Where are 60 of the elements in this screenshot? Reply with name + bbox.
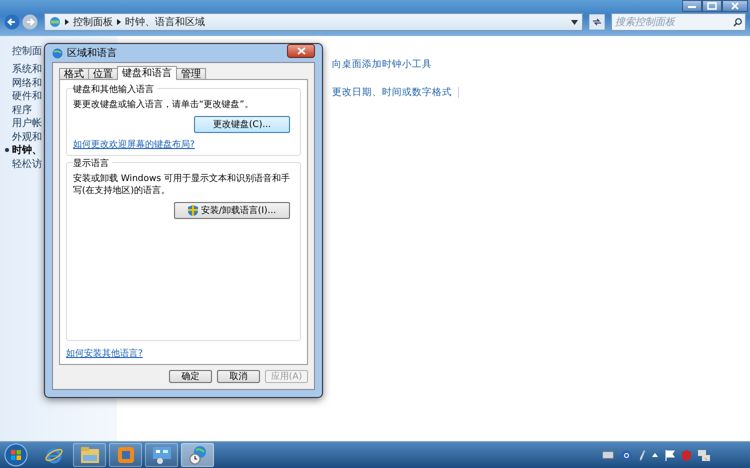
breadcrumb-item[interactable]: 控制面板 [73, 15, 113, 29]
sidebar-item[interactable]: 硬件和 [12, 89, 42, 104]
close-icon [730, 2, 740, 10]
help-link[interactable]: 如何安装其他语言? [66, 347, 143, 360]
breadcrumb-arrow-icon [117, 19, 121, 25]
group-title: 键盘和其他输入语言 [73, 83, 157, 96]
breadcrumb-item[interactable]: 时钟、语言和区域 [125, 15, 205, 29]
maximize-icon [707, 2, 717, 10]
sidebar-item[interactable]: 程序 [12, 102, 32, 117]
app-icon [116, 446, 134, 464]
taskbar-button[interactable] [145, 443, 178, 467]
folder-icon [80, 446, 100, 464]
minimize-button[interactable] [682, 0, 702, 12]
taskbar-button[interactable] [109, 443, 142, 467]
sidebar-item[interactable]: 轻松访 [12, 156, 42, 171]
maximize-button[interactable] [702, 0, 722, 12]
control-panel-icon [49, 16, 61, 28]
description-text: 安装或卸载 Windows 可用于显示文本和识别语音和手写(在支持地区)的语言。 [73, 173, 291, 197]
control-panel-icon [152, 446, 172, 464]
taskbar-button[interactable] [73, 443, 106, 467]
taskbar-button[interactable] [181, 443, 214, 467]
dialog-button[interactable]: 确定 [169, 370, 212, 383]
sidebar-item[interactable]: 控制面 [12, 44, 42, 58]
globe-icon [52, 48, 63, 58]
network-icon[interactable] [698, 450, 710, 460]
dialog-button[interactable]: 取消 [217, 370, 260, 383]
search-icon [733, 18, 742, 27]
globe-clock-icon [188, 445, 208, 465]
instruction-text: 要更改键盘或输入语言，请单击“更改键盘”。 [73, 99, 254, 111]
breadcrumb-arrow-icon [65, 19, 69, 25]
help-link[interactable]: 如何更改欢迎屏幕的键盘布局? [73, 138, 195, 151]
back-button[interactable] [4, 14, 20, 30]
task-link[interactable]: 向桌面添加时钟小工具 [332, 58, 432, 70]
pen-icon[interactable] [639, 450, 645, 460]
minimize-icon [687, 3, 697, 9]
group-title: 显示语言 [73, 157, 112, 170]
shield-icon [188, 205, 198, 216]
dropdown-icon[interactable] [571, 20, 578, 24]
forward-button[interactable] [22, 14, 38, 30]
sidebar-item[interactable]: 系统和 [12, 62, 42, 76]
task-link[interactable]: 更改日期、时间或数字格式 [332, 86, 452, 98]
flag-icon[interactable] [665, 450, 675, 460]
start-button[interactable] [4, 443, 28, 467]
close-button[interactable] [287, 44, 315, 58]
close-button[interactable] [722, 0, 748, 12]
help-icon[interactable] [621, 450, 632, 460]
install-language-button[interactable]: 安装/卸载语言(I)... [174, 202, 290, 219]
dialog-title: 区域和语言 [67, 46, 117, 60]
change-keyboard-button[interactable]: 更改键盘(C)... [194, 116, 290, 133]
refresh-button[interactable] [589, 14, 605, 30]
close-icon [296, 47, 306, 55]
sidebar-item[interactable]: 外观和 [12, 130, 42, 144]
sidebar-item[interactable]: 网络和 [12, 76, 42, 90]
sidebar-item[interactable]: 用户帐 [12, 116, 42, 130]
sidebar-item[interactable]: 时钟、 [12, 143, 42, 158]
show-hidden-icons-icon[interactable] [652, 453, 658, 457]
tab[interactable]: 键盘和语言 [117, 66, 177, 80]
keyboard-icon[interactable] [602, 451, 614, 459]
search-field[interactable]: 搜索控制面板 [611, 13, 746, 31]
address-bar[interactable]: 控制面板 时钟、语言和区域 [44, 13, 583, 31]
